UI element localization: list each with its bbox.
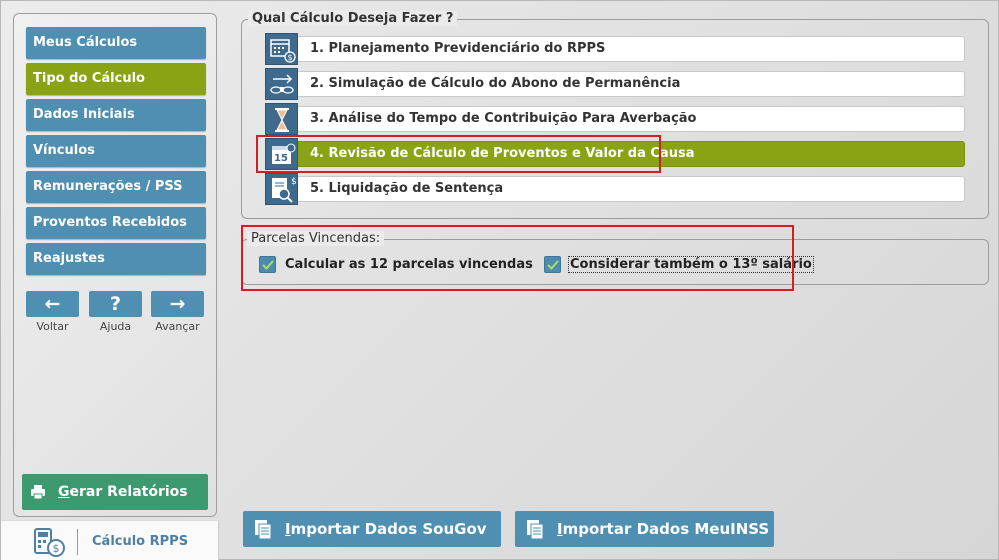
documents-icon [255,520,272,540]
sidebar-item-meus-calculos[interactable]: Meus Cálculos [26,27,206,59]
help-label: Ajuda [99,320,132,333]
forward-button[interactable]: → [151,291,204,317]
sidebar-item-reajustes[interactable]: Reajustes [26,243,206,275]
coins-arrow-icon [265,68,298,100]
calendar-money-icon: $ [265,33,298,65]
calc-type-legend: Qual Cálculo Deseja Fazer ? [248,11,458,26]
import-meuinss-button[interactable]: Importar Dados MeuINSS [515,511,774,547]
svg-text:$: $ [291,177,297,187]
calc-option-2[interactable]: 2. Simulação de Cálculo do Abono de Perm… [265,71,965,97]
highlight-box-parcelas [241,225,794,291]
question-mark-icon: ? [109,293,122,315]
sidebar-item-dados-iniciais[interactable]: Dados Iniciais [26,99,206,131]
calc-option-1[interactable]: 1. Planejamento Previdenciário do RPPS [265,36,965,62]
svg-text:$: $ [287,53,292,62]
forward-label: Avançar [155,320,200,333]
sidebar-item-vinculos[interactable]: Vínculos [26,135,206,167]
calc-option-3[interactable]: 3. Análise do Tempo de Contribuição Para… [265,106,965,132]
brand-name: Cálculo RPPS [92,534,189,549]
help-button[interactable]: ? [89,291,142,317]
arrow-right-icon: → [169,293,186,315]
printer-icon [31,485,45,500]
report-accesskey: G [58,484,70,500]
brand-footer: $ Cálculo RPPS [1,520,219,560]
hourglass-icon [265,103,298,135]
import-sougov-button[interactable]: Importar Dados SouGov [243,511,501,547]
sidebar: Meus Cálculos Tipo do Cálculo Dados Inic… [13,13,217,517]
generate-reports-button[interactable]: Gerar Relatórios [22,474,208,510]
sidebar-item-remuneracoes[interactable]: Remunerações / PSS [26,171,206,203]
meuinss-label: mportar Dados MeuINSS [562,520,770,538]
back-label: Voltar [36,320,69,333]
documents-icon [527,520,544,540]
sidebar-item-proventos-recebidos[interactable]: Proventos Recebidos [26,207,206,239]
calculator-money-icon: $ [34,528,65,557]
report-label: erar Relatórios [69,484,188,500]
svg-text:$: $ [53,542,60,555]
sidebar-item-tipo-do-calculo[interactable]: Tipo do Cálculo [26,63,206,95]
arrow-left-icon: ← [44,293,61,315]
highlight-box-option-4 [256,135,661,173]
sougov-label: mportar Dados SouGov [290,520,487,538]
document-search-icon: $ [265,173,298,205]
back-button[interactable]: ← [26,291,79,317]
brand-separator [77,529,78,555]
calc-option-5[interactable]: 5. Liquidação de Sentença [265,176,965,202]
